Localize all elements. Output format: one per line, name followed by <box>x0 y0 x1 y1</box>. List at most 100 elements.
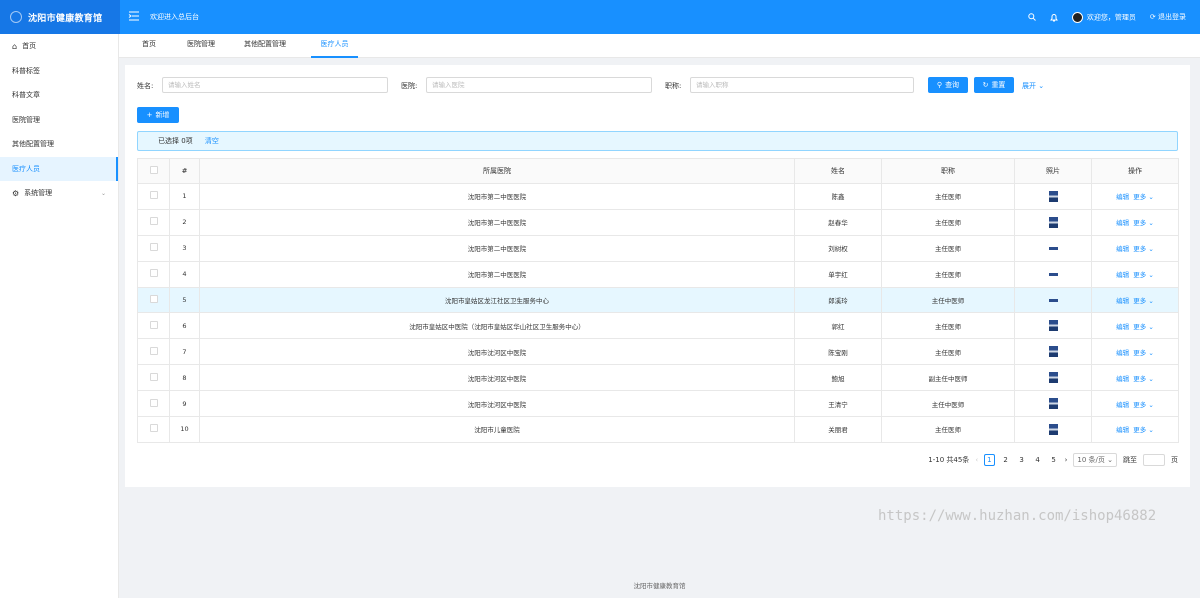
title-input[interactable]: 请输入职称 <box>690 77 914 93</box>
next-page-icon[interactable]: › <box>1065 456 1068 464</box>
row-actions: 编辑 更多 ⌄ <box>1091 234 1179 262</box>
page-2[interactable]: 2 <box>1001 456 1011 464</box>
more-label: 更多 <box>1133 348 1147 357</box>
row-checkbox[interactable] <box>149 295 158 303</box>
row-photo-cell <box>1014 208 1092 236</box>
row-checkbox[interactable] <box>149 269 158 278</box>
edit-link[interactable]: 编辑 <box>1116 193 1129 201</box>
select-all-checkbox[interactable] <box>149 166 158 174</box>
more-label: 更多 <box>1133 193 1147 202</box>
page-5[interactable]: 5 <box>1049 456 1059 464</box>
tab-other-config[interactable]: 其他配置管理 <box>240 34 290 58</box>
name-input[interactable]: 请输入姓名 <box>162 77 388 93</box>
avatar <box>1071 11 1083 23</box>
staff-photo[interactable] <box>1048 216 1058 228</box>
row-title: 主任中医师 <box>881 286 1015 314</box>
sidebar-item-home[interactable]: ⌂ 首页 <box>0 34 118 59</box>
staff-photo[interactable] <box>1048 423 1058 435</box>
row-checkbox[interactable] <box>149 424 158 433</box>
staff-photo[interactable] <box>1048 320 1058 332</box>
more-dropdown[interactable]: 更多 ⌄ <box>1133 401 1154 409</box>
page-4[interactable]: 4 <box>1033 456 1043 464</box>
tab-medical-staff[interactable]: 医疗人员 <box>311 34 358 58</box>
page-jump-input[interactable] <box>1143 454 1165 466</box>
more-dropdown[interactable]: 更多 ⌄ <box>1133 375 1154 383</box>
row-index: 4 <box>169 260 200 288</box>
menu-toggle-icon[interactable] <box>128 10 140 22</box>
row-actions: 编辑 更多 ⌄ <box>1091 260 1179 288</box>
row-hospital: 沈阳市沈河区中医院 <box>199 364 795 392</box>
edit-link[interactable]: 编辑 <box>1116 271 1129 279</box>
sidebar-item-science-articles[interactable]: 科普文章 <box>0 83 118 108</box>
row-checkbox[interactable] <box>149 320 158 329</box>
staff-photo[interactable] <box>1048 298 1058 302</box>
user-greeting: 欢迎您，管理员 <box>1086 13 1136 21</box>
sidebar-item-science-tags[interactable]: 科普标签 <box>0 59 118 84</box>
pagination: 1-10 共45条 ‹ 1 2 3 4 5 › 10 条/页 ⌄ 跳至 页 <box>928 453 1178 467</box>
sidebar-item-system[interactable]: ⚙ 系统管理 ⌄ <box>0 181 118 206</box>
row-photo-cell <box>1014 286 1092 314</box>
row-checkbox[interactable] <box>149 398 158 407</box>
edit-link[interactable]: 编辑 <box>1116 375 1129 383</box>
edit-link[interactable]: 编辑 <box>1116 297 1129 305</box>
row-title: 主任医师 <box>881 234 1015 262</box>
tab-home[interactable]: 首页 <box>138 34 160 58</box>
add-button[interactable]: + 新增 <box>137 107 179 123</box>
row-checkbox[interactable] <box>149 346 158 355</box>
search-button[interactable]: ⚲ 查询 <box>928 77 968 93</box>
row-index: 5 <box>169 286 200 314</box>
chevron-down-icon: ⌄ <box>1148 322 1154 331</box>
more-label: 更多 <box>1133 297 1147 305</box>
page-1[interactable]: 1 <box>984 454 995 466</box>
more-dropdown[interactable]: 更多 ⌄ <box>1133 349 1154 357</box>
clear-selection-link[interactable]: 清空 <box>205 137 219 145</box>
hospital-input[interactable]: 请输入医院 <box>426 77 652 93</box>
staff-photo[interactable] <box>1048 246 1058 250</box>
sidebar-item-other-config[interactable]: 其他配置管理 <box>0 132 118 157</box>
reset-button[interactable]: ↻ 重置 <box>974 77 1014 93</box>
row-name: 赵春华 <box>794 208 882 236</box>
staff-photo[interactable] <box>1048 190 1058 202</box>
prev-page-icon[interactable]: ‹ <box>975 456 978 464</box>
edit-link[interactable]: 编辑 <box>1116 245 1129 253</box>
logout-button[interactable]: ⟳ 退出登录 <box>1150 12 1186 22</box>
expand-label: 展开 <box>1022 82 1036 90</box>
page-3[interactable]: 3 <box>1017 456 1027 464</box>
edit-link[interactable]: 编辑 <box>1116 323 1129 331</box>
more-dropdown[interactable]: 更多 ⌄ <box>1133 219 1154 227</box>
more-dropdown[interactable]: 更多 ⌄ <box>1133 297 1154 305</box>
chevron-down-icon: ⌄ <box>1148 400 1154 409</box>
edit-link[interactable]: 编辑 <box>1116 426 1129 434</box>
table-row: 9 沈阳市沈河区中医院 王清宁 主任中医师 编辑 更多 ⌄ <box>137 390 1179 418</box>
staff-photo[interactable] <box>1048 372 1058 384</box>
more-dropdown[interactable]: 更多 ⌄ <box>1133 193 1154 201</box>
edit-link[interactable]: 编辑 <box>1116 349 1129 357</box>
more-dropdown[interactable]: 更多 ⌄ <box>1133 426 1154 434</box>
more-dropdown[interactable]: 更多 ⌄ <box>1133 271 1154 279</box>
row-select-cell <box>137 234 170 262</box>
more-dropdown[interactable]: 更多 ⌄ <box>1133 323 1154 331</box>
more-label: 更多 <box>1133 400 1147 409</box>
edit-link[interactable]: 编辑 <box>1116 401 1129 409</box>
more-dropdown[interactable]: 更多 ⌄ <box>1133 245 1154 253</box>
row-checkbox[interactable] <box>149 243 158 252</box>
add-button-label: 新增 <box>155 111 170 119</box>
staff-photo[interactable] <box>1048 398 1058 410</box>
search-icon[interactable] <box>1028 13 1036 21</box>
row-checkbox[interactable] <box>149 217 158 226</box>
tab-hospitals[interactable]: 医院管理 <box>183 34 219 58</box>
expand-link[interactable]: 展开 ⌄ <box>1022 81 1044 91</box>
page-size-select[interactable]: 10 条/页 ⌄ <box>1073 453 1117 467</box>
sidebar-item-medical-staff[interactable]: 医疗人员 <box>0 156 118 181</box>
edit-link[interactable]: 编辑 <box>1116 219 1129 227</box>
sidebar-item-hospitals[interactable]: 医院管理 <box>0 108 118 133</box>
bell-icon[interactable] <box>1049 13 1058 22</box>
user-menu[interactable]: 欢迎您，管理员 <box>1071 11 1136 23</box>
staff-photo[interactable] <box>1048 346 1058 358</box>
row-checkbox[interactable] <box>149 191 158 200</box>
staff-photo[interactable] <box>1048 272 1058 276</box>
table-row: 4 沈阳市第二中医医院 单宇红 主任医师 编辑 更多 ⌄ <box>137 260 1179 288</box>
row-checkbox[interactable] <box>149 372 158 381</box>
pagination-summary: 1-10 共45条 <box>928 456 970 464</box>
row-photo-cell <box>1014 312 1092 340</box>
